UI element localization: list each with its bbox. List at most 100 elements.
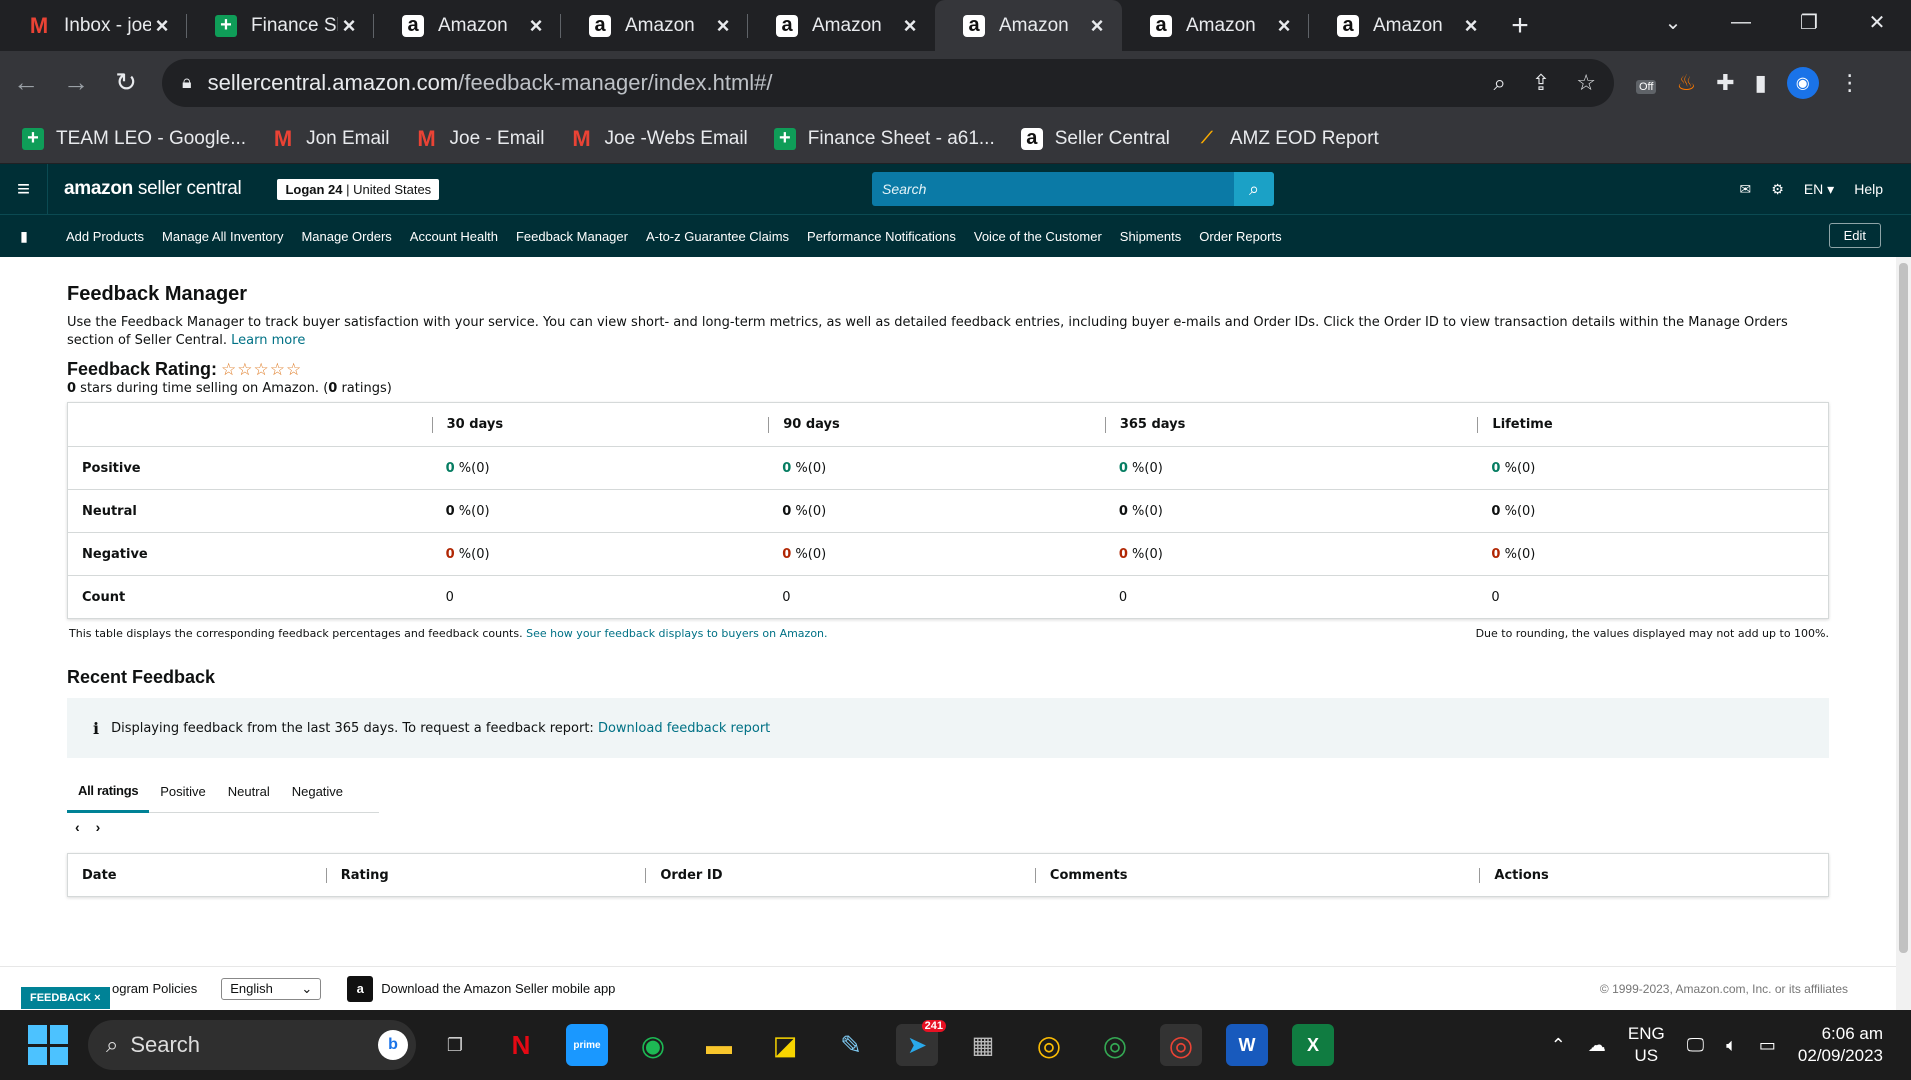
back-button[interactable]: ← (2, 59, 50, 107)
tab-all-ratings[interactable]: All ratings (67, 771, 150, 813)
browser-tab[interactable]: a Amazon × (1122, 0, 1309, 51)
close-tab-icon[interactable]: × (525, 13, 547, 39)
bing-icon[interactable]: b (378, 1030, 408, 1060)
lock-icon[interactable]: 🔒︎ (182, 72, 192, 93)
close-tab-icon[interactable]: × (151, 13, 173, 39)
browser-tab[interactable]: a Amazon × (748, 0, 935, 51)
hamburger-menu-icon[interactable]: ≡ (0, 164, 48, 214)
zoom-icon[interactable]: ⌕ (1494, 70, 1506, 96)
file-explorer-icon[interactable]: ▬ (698, 1024, 740, 1066)
nav-feedback-manager[interactable]: Feedback Manager (516, 229, 628, 244)
search-input[interactable]: Search (872, 181, 1234, 197)
store-selector[interactable]: Logan 24 | United States (277, 178, 440, 200)
excel-icon[interactable]: X (1292, 1024, 1334, 1066)
sticky-notes-icon[interactable]: ◪ (764, 1024, 806, 1066)
close-tab-icon[interactable]: × (712, 13, 734, 39)
extension-off-icon[interactable]: Off (1636, 70, 1657, 96)
paint-icon[interactable]: ✎ (830, 1024, 872, 1066)
taskbar-search[interactable]: ⌕ Search b (88, 1020, 416, 1070)
calculator-icon[interactable]: ▦ (962, 1024, 1004, 1066)
netflix-icon[interactable]: N (500, 1024, 542, 1066)
page-scrollbar[interactable] (1896, 257, 1911, 1010)
chevron-left-icon[interactable]: ‹ (75, 819, 80, 835)
bookmark-star-icon[interactable]: ☆ (1576, 70, 1596, 96)
mobile-app-link[interactable]: a Download the Amazon Seller mobile app (347, 975, 615, 1002)
chrome-icon[interactable]: ◎ (1094, 1024, 1136, 1066)
column-header-order-id[interactable]: Order ID (645, 867, 1035, 883)
chrome-icon[interactable]: ◎ (1160, 1024, 1202, 1066)
browser-tab[interactable]: M Inbox - joer × (0, 0, 187, 51)
nav-manage-inventory[interactable]: Manage All Inventory (162, 229, 283, 244)
browser-tab[interactable]: + Finance She × (187, 0, 374, 51)
tab-negative[interactable]: Negative (281, 771, 354, 813)
windows-start-icon[interactable] (28, 1025, 68, 1065)
restore-button[interactable]: ❐ (1775, 0, 1843, 44)
scrollbar-thumb[interactable] (1899, 263, 1908, 953)
feedback-tab-button[interactable]: FEEDBACK × (21, 987, 110, 1009)
prime-video-icon[interactable]: prime (566, 1024, 608, 1066)
address-bar[interactable]: 🔒︎ sellercentral.amazon.com/feedback-man… (162, 58, 1614, 107)
new-tab-button[interactable]: + (1496, 0, 1544, 51)
bookmark-item[interactable]: + TEAM LEO - Google... (22, 127, 246, 150)
learn-more-link[interactable]: Learn more (231, 333, 305, 348)
bookmark-item[interactable]: M Jon Email (272, 126, 390, 151)
input-language[interactable]: ENG US (1628, 1023, 1665, 1067)
word-icon[interactable]: W (1226, 1024, 1268, 1066)
onedrive-icon[interactable]: ☁ (1588, 1035, 1606, 1056)
spotify-icon[interactable]: ◉ (632, 1024, 674, 1066)
column-header-date[interactable]: Date (68, 868, 326, 883)
help-link[interactable]: Help (1854, 181, 1883, 197)
bookmark-item[interactable]: M Joe - Email (416, 126, 544, 151)
program-policies-link[interactable]: ogram Policies (112, 981, 197, 996)
bookmark-icon[interactable]: ▮ (0, 228, 48, 245)
reload-button[interactable]: ↻ (102, 59, 150, 107)
browser-tab[interactable]: a Amazon × (1309, 0, 1496, 51)
volume-icon[interactable]: 🔈︎ (1726, 1035, 1737, 1056)
seller-central-logo[interactable]: amazon seller central (64, 178, 242, 200)
chevron-right-icon[interactable]: › (96, 819, 101, 835)
close-tab-icon[interactable]: × (899, 13, 921, 39)
fire-extension-icon[interactable]: ♨ (1676, 70, 1696, 96)
browser-tab[interactable]: a Amazon × (374, 0, 561, 51)
mail-icon[interactable]: ✉ (1740, 181, 1752, 198)
profile-avatar[interactable]: ◉ (1786, 66, 1819, 99)
clock[interactable]: 6:06 am 02/09/2023 (1798, 1023, 1883, 1067)
bookmark-item[interactable]: ⟋ AMZ EOD Report (1196, 128, 1378, 150)
tab-search-icon[interactable]: ⌄ (1639, 0, 1707, 44)
search-icon[interactable]: ⌕ (1234, 172, 1274, 206)
nav-manage-orders[interactable]: Manage Orders (301, 229, 391, 244)
bookmark-item[interactable]: M Joe -Webs Email (571, 126, 747, 151)
close-tab-icon[interactable]: × (338, 13, 360, 39)
gear-icon[interactable]: ⚙ (1771, 181, 1784, 198)
download-report-link[interactable]: Download feedback report (598, 721, 770, 736)
language-select[interactable]: English ⌄ (221, 977, 322, 1000)
bookmark-item[interactable]: + Finance Sheet - a61... (773, 127, 995, 150)
nav-order-reports[interactable]: Order Reports (1199, 229, 1281, 244)
browser-menu-icon[interactable]: ⋮ (1839, 70, 1861, 96)
telegram-icon[interactable]: ➤ 241 (896, 1020, 946, 1066)
browser-tab[interactable]: a Amazon × (561, 0, 748, 51)
nav-a-to-z-claims[interactable]: A-to-z Guarantee Claims (646, 229, 789, 244)
feedback-display-link[interactable]: See how your feedback displays to buyers… (526, 627, 827, 640)
close-tab-icon[interactable]: × (1460, 13, 1482, 39)
tab-neutral[interactable]: Neutral (217, 771, 281, 813)
nav-add-products[interactable]: Add Products (66, 229, 144, 244)
close-tab-icon[interactable]: × (1273, 13, 1295, 39)
side-panel-icon[interactable]: ▮ (1755, 70, 1767, 96)
nav-account-health[interactable]: Account Health (410, 229, 498, 244)
battery-icon[interactable]: ▭ (1759, 1035, 1776, 1056)
share-icon[interactable]: ⇪ (1532, 70, 1550, 96)
nav-shipments[interactable]: Shipments (1120, 229, 1181, 244)
bookmark-item[interactable]: a Seller Central (1020, 127, 1170, 150)
browser-tab-active[interactable]: a Amazon × (935, 0, 1122, 51)
close-tab-icon[interactable]: × (1086, 13, 1108, 39)
forward-button[interactable]: → (52, 59, 100, 107)
minimize-button[interactable]: — (1707, 0, 1775, 44)
extensions-puzzle-icon[interactable]: ✚ (1716, 70, 1734, 96)
nav-performance-notifications[interactable]: Performance Notifications (807, 229, 956, 244)
network-icon[interactable]: 🖵︎ (1687, 1035, 1704, 1056)
edit-nav-button[interactable]: Edit (1828, 223, 1881, 248)
task-view-icon[interactable]: ❐ (434, 1024, 476, 1066)
column-header-rating[interactable]: Rating (325, 867, 646, 883)
chevron-up-icon[interactable]: ⌃ (1551, 1035, 1566, 1056)
